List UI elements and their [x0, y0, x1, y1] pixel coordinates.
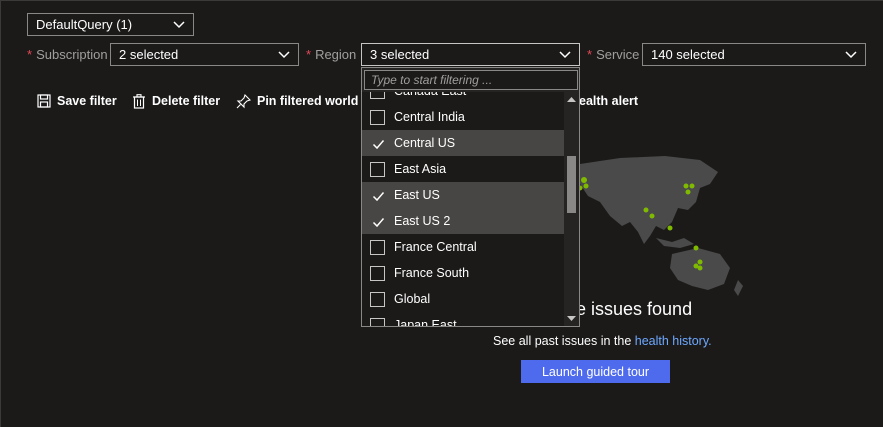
issues-title: e issues found	[576, 299, 693, 319]
region-option-label: Japan East	[394, 318, 457, 326]
region-option[interactable]: Japan East	[362, 312, 564, 326]
region-select-value: 3 selected	[370, 47, 430, 62]
checkbox[interactable]	[370, 214, 385, 229]
region-option[interactable]: Global	[362, 286, 564, 312]
subscription-select-value: 2 selected	[119, 47, 179, 62]
map-marker	[643, 207, 649, 213]
map-marker	[583, 183, 589, 189]
delete-filter-button[interactable]: Delete filter	[132, 91, 220, 111]
service-label-text: Service	[596, 47, 640, 62]
region-label: * Region	[306, 47, 356, 62]
scroll-up-icon[interactable]	[567, 95, 576, 103]
map-marker	[689, 183, 695, 189]
service-select[interactable]: 140 selected	[642, 43, 866, 66]
checkbox[interactable]	[370, 161, 385, 177]
launch-guided-tour-button[interactable]: Launch guided tour	[521, 360, 670, 383]
region-option-label: East US	[394, 188, 440, 202]
region-option[interactable]: East US 2	[362, 208, 564, 234]
scroll-down-icon[interactable]	[567, 315, 576, 323]
region-option-label: East US 2	[394, 214, 451, 228]
region-option[interactable]: France South	[362, 260, 564, 286]
region-option[interactable]: East Asia	[362, 156, 564, 182]
region-dropdown: Type to start filtering ... Canada EastC…	[361, 67, 580, 327]
service-select-value: 140 selected	[651, 47, 725, 62]
checkbox[interactable]	[370, 136, 385, 151]
region-option-label: Central US	[394, 136, 456, 150]
required-marker: *	[587, 47, 593, 62]
indonesia-landmass	[656, 238, 694, 248]
save-icon	[37, 94, 51, 108]
region-option[interactable]: Canada East	[362, 92, 564, 104]
region-option[interactable]: Central US	[362, 130, 564, 156]
map-marker	[581, 177, 587, 183]
pin-filtered-map-button[interactable]: Pin filtered world m	[236, 91, 373, 111]
checkbox[interactable]	[370, 265, 385, 281]
dropdown-scrollbar[interactable]	[564, 92, 579, 326]
checkbox[interactable]	[370, 109, 385, 125]
region-option[interactable]: France Central	[362, 234, 564, 260]
checkmark-icon	[372, 139, 385, 149]
pin-filtered-map-label: Pin filtered world m	[257, 94, 373, 108]
region-option-label: Central India	[394, 110, 465, 124]
new-zealand-landmass	[734, 280, 743, 296]
health-alert-button[interactable]: ealth alert	[579, 91, 638, 111]
region-label-text: Region	[315, 47, 357, 62]
map-marker	[685, 189, 691, 195]
region-filter-input[interactable]: Type to start filtering ...	[364, 70, 578, 90]
query-select[interactable]: DefaultQuery (1)	[27, 13, 194, 36]
world-map-graphic	[577, 156, 743, 296]
checkmark-icon	[372, 191, 385, 201]
chevron-down-icon	[278, 51, 290, 59]
service-label: * Service	[587, 47, 639, 62]
subscription-label-text: Subscription	[36, 47, 108, 62]
region-select[interactable]: 3 selected	[361, 43, 580, 66]
map-marker	[697, 265, 703, 271]
query-select-value: DefaultQuery (1)	[36, 17, 133, 32]
checkbox[interactable]	[370, 188, 385, 203]
map-marker	[683, 183, 689, 189]
map-marker	[667, 225, 673, 231]
required-marker: *	[27, 47, 33, 62]
subscription-label: * Subscription	[27, 47, 108, 62]
history-prefix: See all past issues in the	[493, 334, 635, 348]
region-option-label: France Central	[394, 240, 477, 254]
region-option-label: France South	[394, 266, 470, 280]
chevron-down-icon	[559, 51, 571, 59]
checkbox[interactable]	[370, 239, 385, 255]
region-option-label: Global	[394, 292, 431, 306]
checkbox[interactable]	[370, 317, 385, 326]
region-option[interactable]: East US	[362, 182, 564, 208]
map-marker	[697, 259, 703, 265]
asia-landmass	[580, 156, 718, 244]
save-filter-label: Save filter	[57, 94, 117, 108]
health-history-link[interactable]: health history.	[635, 334, 712, 348]
region-option-label: Canada East	[394, 92, 466, 98]
map-marker	[649, 213, 655, 219]
region-option[interactable]: Central India	[362, 104, 564, 130]
region-options-list: Canada East Central India Central US East A…	[362, 92, 564, 326]
save-filter-button[interactable]: Save filter	[37, 91, 117, 111]
chevron-down-icon	[173, 21, 185, 29]
trash-icon	[133, 93, 145, 109]
chevron-down-icon	[845, 51, 857, 59]
region-option-label: East Asia	[394, 162, 447, 176]
checkbox[interactable]	[370, 291, 385, 307]
health-alert-label: ealth alert	[579, 94, 639, 108]
required-marker: *	[306, 47, 312, 62]
checkmark-icon	[372, 217, 385, 227]
delete-filter-label: Delete filter	[152, 94, 221, 108]
checkbox[interactable]	[370, 92, 385, 99]
pin-icon	[236, 93, 251, 108]
subscription-select[interactable]: 2 selected	[110, 43, 299, 66]
health-history-line: See all past issues in the health histor…	[493, 334, 712, 348]
scroll-thumb[interactable]	[567, 156, 576, 213]
map-marker	[693, 245, 699, 251]
